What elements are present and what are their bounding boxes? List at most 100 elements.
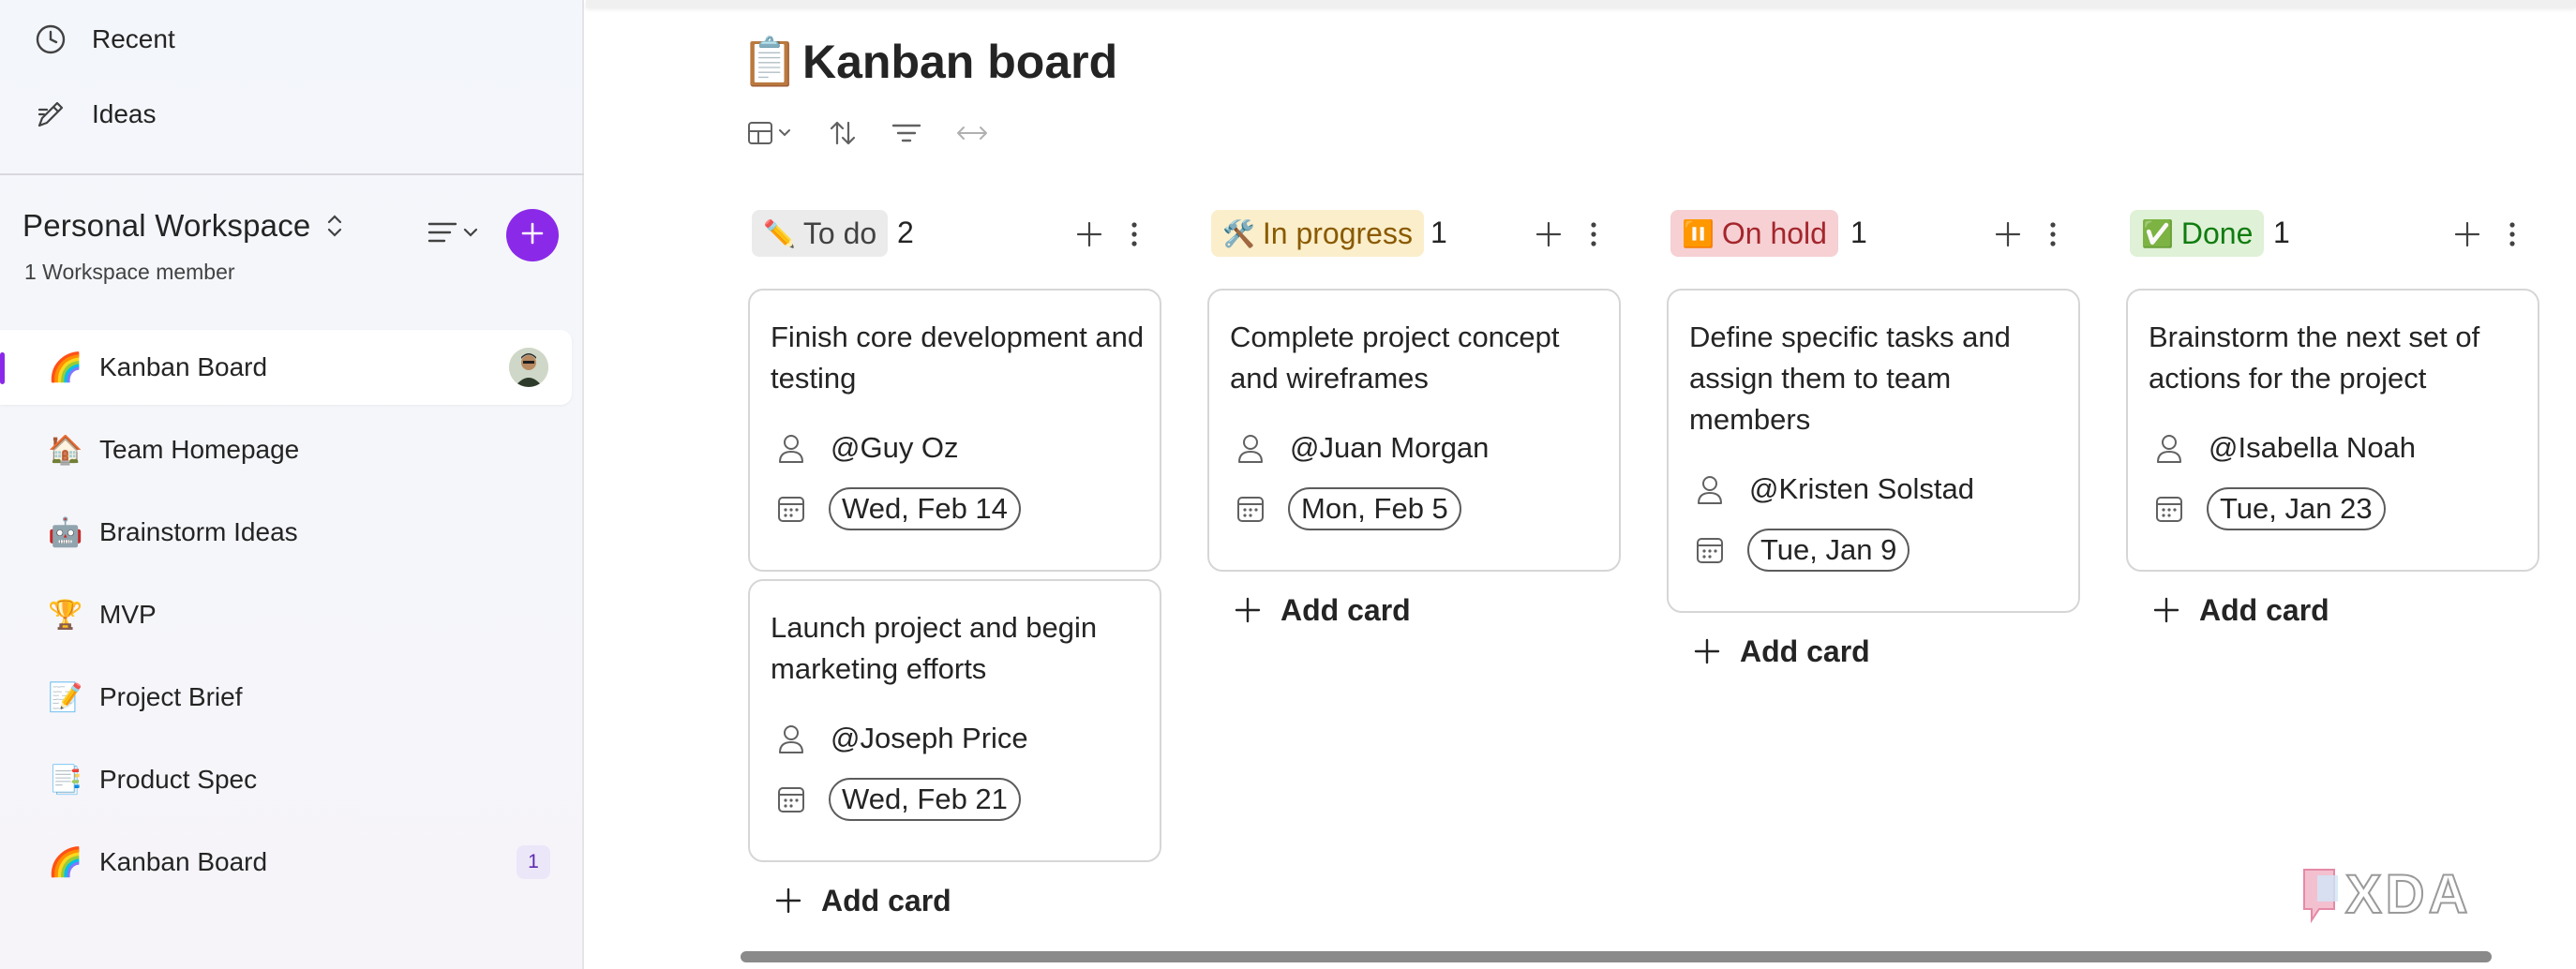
column-name: In progress xyxy=(1262,216,1413,250)
sort-button[interactable] xyxy=(827,114,859,156)
person-icon xyxy=(2152,431,2186,465)
add-card-plus-button[interactable] xyxy=(1071,214,1108,255)
clock-icon xyxy=(34,22,67,56)
add-card-plus-button[interactable] xyxy=(1530,214,1567,255)
sort-menu-button[interactable] xyxy=(424,214,484,255)
column-more-button[interactable] xyxy=(2498,214,2526,255)
sidebar-page-project-brief[interactable]: 📝 Project Brief xyxy=(0,660,572,735)
page-label: Brainstorm Ideas xyxy=(99,517,298,546)
plus-icon xyxy=(2150,594,2182,626)
plus-icon xyxy=(772,885,804,917)
check-emoji-icon: ✅ xyxy=(2141,218,2174,248)
assignee-name[interactable]: @Kristen Solstad xyxy=(1749,472,1974,506)
filter-button[interactable] xyxy=(891,114,922,156)
date-pill[interactable]: Tue, Jan 9 xyxy=(1747,529,1910,572)
assignee-name[interactable]: @Juan Morgan xyxy=(1290,431,1489,465)
chevron-up-down-icon xyxy=(323,211,346,241)
card-title: Brainstorm the next set of actions for t… xyxy=(2149,321,2480,395)
column-more-button[interactable] xyxy=(2039,214,2067,255)
page-label: Team Homepage xyxy=(99,435,300,464)
sidebar: Recent Ideas Personal Workspace 1 Worksp… xyxy=(0,0,584,969)
plus-icon xyxy=(519,220,546,251)
add-card-button[interactable]: Add card xyxy=(1232,587,1411,634)
kanban-card[interactable]: Complete project concept and wireframes … xyxy=(1207,289,1621,572)
clipboard-icon: 📋 xyxy=(741,35,800,88)
person-icon xyxy=(774,722,808,755)
main-top-border xyxy=(586,0,2576,7)
date-pill[interactable]: Wed, Feb 14 xyxy=(829,487,1021,530)
add-page-button[interactable] xyxy=(506,209,559,261)
column-more-button[interactable] xyxy=(1580,214,1608,255)
sidebar-page-kanban-board-2[interactable]: 🌈 Kanban Board 1 xyxy=(0,825,572,900)
column-name: On hold xyxy=(1721,216,1827,250)
sidebar-item-ideas[interactable]: Ideas xyxy=(34,86,157,142)
kanban-card[interactable]: Define specific tasks and assign them to… xyxy=(1667,289,2080,613)
sidebar-item-recent[interactable]: Recent xyxy=(34,11,175,67)
workspace-title: Personal Workspace xyxy=(22,208,311,243)
pencil-icon xyxy=(34,97,67,131)
document-icon: 📑 xyxy=(48,764,83,796)
xda-watermark-logo: XDA xyxy=(2295,853,2548,937)
sidebar-page-team-homepage[interactable]: 🏠 Team Homepage xyxy=(0,412,572,487)
calendar-icon xyxy=(2152,492,2186,526)
card-title: Complete project concept and wireframes xyxy=(1230,321,1560,395)
page-title: 📋 Kanban board xyxy=(741,34,1117,90)
column-header-on-hold: ⏸️ On hold 1 xyxy=(1670,208,2130,261)
date-pill[interactable]: Mon, Feb 5 xyxy=(1288,487,1461,530)
card-assignee: @Isabella Noah xyxy=(2152,431,2416,465)
card-due-date: Tue, Jan 23 xyxy=(2152,487,2386,530)
column-count: 2 xyxy=(897,216,914,249)
workspace-switcher[interactable]: Personal Workspace xyxy=(22,208,346,244)
expand-width-button[interactable] xyxy=(954,114,990,156)
calendar-icon xyxy=(774,492,808,526)
plus-icon xyxy=(1232,594,1264,626)
add-card-label: Add card xyxy=(1281,592,1411,627)
more-vertical-icon xyxy=(2509,222,2515,246)
sidebar-divider xyxy=(0,173,584,175)
add-card-plus-button[interactable] xyxy=(1989,214,2027,255)
page-label: Kanban Board xyxy=(99,352,268,381)
add-card-button[interactable]: Add card xyxy=(772,877,951,924)
kanban-card[interactable]: Launch project and begin marketing effor… xyxy=(748,579,1161,862)
plus-icon xyxy=(1691,635,1723,667)
add-card-button[interactable]: Add card xyxy=(2150,587,2329,634)
card-assignee: @Kristen Solstad xyxy=(1693,472,1974,506)
layout-view-button[interactable] xyxy=(746,114,795,156)
column-count: 1 xyxy=(2273,216,2290,249)
column-more-button[interactable] xyxy=(1120,214,1148,255)
assignee-name[interactable]: @Isabella Noah xyxy=(2209,431,2416,465)
status-badge-in-progress[interactable]: 🛠️ In progress xyxy=(1211,210,1424,257)
kanban-card[interactable]: Brainstorm the next set of actions for t… xyxy=(2126,289,2539,572)
date-pill[interactable]: Tue, Jan 23 xyxy=(2207,487,2386,530)
sidebar-page-kanban-board[interactable]: 🌈 Kanban Board xyxy=(0,330,572,405)
horizontal-scrollbar[interactable] xyxy=(741,951,2492,962)
sidebar-page-brainstorm-ideas[interactable]: 🤖 Brainstorm Ideas xyxy=(0,495,572,570)
house-icon: 🏠 xyxy=(48,434,83,466)
sidebar-page-mvp[interactable]: 🏆 MVP xyxy=(0,577,572,652)
status-badge-on-hold[interactable]: ⏸️ On hold xyxy=(1670,210,1838,257)
filter-icon xyxy=(891,119,922,152)
avatar[interactable] xyxy=(509,348,548,387)
page-title-text[interactable]: Kanban board xyxy=(802,35,1117,89)
more-vertical-icon xyxy=(1131,222,1137,246)
date-pill[interactable]: Wed, Feb 21 xyxy=(829,778,1021,821)
card-due-date: Tue, Jan 9 xyxy=(1693,529,1910,572)
sidebar-item-label: Ideas xyxy=(92,99,157,128)
card-title: Finish core development and testing xyxy=(771,321,1145,395)
horizontal-arrows-icon xyxy=(954,119,990,152)
card-title: Define specific tasks and assign them to… xyxy=(1689,321,2011,436)
status-badge-done[interactable]: ✅ Done xyxy=(2130,210,2265,257)
assignee-name[interactable]: @Joseph Price xyxy=(831,722,1028,755)
assignee-name[interactable]: @Guy Oz xyxy=(831,431,959,465)
card-assignee: @Juan Morgan xyxy=(1234,431,1489,465)
plus-icon xyxy=(1535,221,1562,247)
calendar-icon xyxy=(774,783,808,816)
add-card-button[interactable]: Add card xyxy=(1691,628,1870,675)
card-due-date: Mon, Feb 5 xyxy=(1234,487,1461,530)
rainbow-icon: 🌈 xyxy=(48,846,83,878)
kanban-card[interactable]: Finish core development and testing @Guy… xyxy=(748,289,1161,572)
sidebar-page-product-spec[interactable]: 📑 Product Spec xyxy=(0,742,572,817)
status-badge-to-do[interactable]: ✏️ To do xyxy=(752,210,889,257)
add-card-plus-button[interactable] xyxy=(2449,214,2486,255)
column-header-in-progress: 🛠️ In progress 1 xyxy=(1211,208,1670,261)
